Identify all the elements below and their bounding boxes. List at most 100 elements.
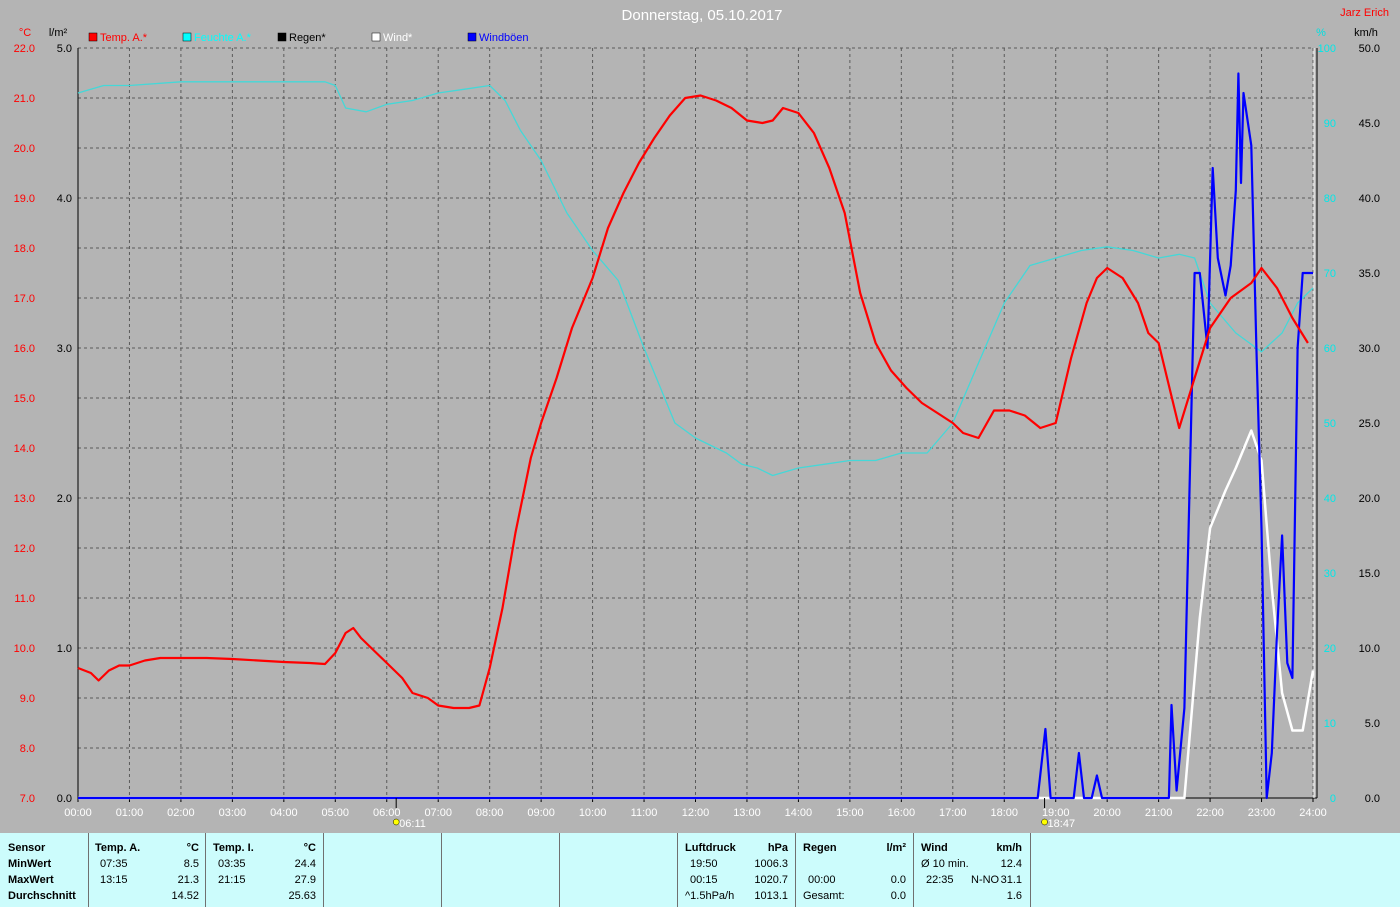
rain-header: Regen xyxy=(803,842,837,854)
wind-header: Wind xyxy=(921,842,948,854)
x-tick-label: 15:00 xyxy=(836,807,864,819)
pressure-max: 1020.7 xyxy=(754,874,788,886)
x-tick-label: 14:00 xyxy=(785,807,813,819)
legend-swatch xyxy=(182,32,192,42)
temp-i-unit: °C xyxy=(303,842,316,854)
wind-tick-label: 50.0 xyxy=(1359,43,1380,55)
rain-tick-label: 4.0 xyxy=(57,193,72,205)
legend-label: Temp. A.* xyxy=(100,32,148,44)
temperature-tick-label: 10.0 xyxy=(14,643,35,655)
sunset-time: 18:47 xyxy=(1048,818,1076,830)
x-tick-label: 05:00 xyxy=(322,807,350,819)
wind-max-direction: N-NO xyxy=(971,874,1000,886)
pressure-unit: hPa xyxy=(767,842,788,854)
wind-unit: km/h xyxy=(1354,27,1378,39)
temperature-tick-label: 22.0 xyxy=(14,43,35,55)
durchschnitt-label: Durchschnitt xyxy=(8,890,76,902)
temperature-tick-label: 7.0 xyxy=(20,793,35,805)
column-divider xyxy=(323,833,324,907)
wind-mean: 1.6 xyxy=(1006,890,1022,902)
humidity-tick-label: 0 xyxy=(1330,793,1336,805)
rain-total-label: Gesamt: xyxy=(803,890,845,902)
x-tick-label: 04:00 xyxy=(270,807,298,819)
x-tick-label: 24:00 xyxy=(1299,807,1327,819)
column-divider xyxy=(559,833,560,907)
rain-table-unit: l/m² xyxy=(886,842,906,854)
wind-avg: 12.4 xyxy=(1000,858,1022,870)
rain-unit: l/m² xyxy=(49,27,68,39)
sensor-header: Sensor xyxy=(8,842,46,854)
pressure-min-time: 19:50 xyxy=(690,858,718,870)
wind-max: 31.1 xyxy=(1000,874,1022,886)
temperature-tick-label: 12.0 xyxy=(14,543,35,555)
temp-a-header: Temp. A. xyxy=(95,842,141,854)
humidity-tick-label: 30 xyxy=(1324,568,1336,580)
temp-a-max: 21.3 xyxy=(177,874,199,886)
sunrise-time: 06:11 xyxy=(399,818,426,830)
legend-swatch xyxy=(371,32,381,42)
rain-time: 00:00 xyxy=(808,874,836,886)
humidity-tick-label: 10 xyxy=(1324,718,1336,730)
temperature-tick-label: 8.0 xyxy=(20,743,35,755)
legend-label: Wind* xyxy=(383,32,413,44)
author-label: Jarz Erich xyxy=(1340,7,1389,19)
temp-i-max: 27.9 xyxy=(294,874,316,886)
humidity-tick-label: 70 xyxy=(1324,268,1336,280)
temperature-tick-label: 15.0 xyxy=(14,393,35,405)
humidity-tick-label: 60 xyxy=(1324,343,1336,355)
humidity-tick-label: 20 xyxy=(1324,643,1336,655)
x-tick-label: 03:00 xyxy=(219,807,247,819)
maxwert-label: MaxWert xyxy=(8,874,54,886)
column-divider xyxy=(795,833,796,907)
temp-i-max-time: 21:15 xyxy=(218,874,246,886)
humidity-tick-label: 100 xyxy=(1318,43,1336,55)
x-tick-label: 07:00 xyxy=(424,807,452,819)
temperature-tick-label: 9.0 xyxy=(20,693,35,705)
wind-tick-label: 25.0 xyxy=(1359,418,1380,430)
x-tick-label: 02:00 xyxy=(167,807,195,819)
temp-a-min-time: 07:35 xyxy=(100,858,128,870)
wind-max-time: 22:35 xyxy=(926,874,954,886)
rain-tick-label: 0.0 xyxy=(57,793,72,805)
column-divider xyxy=(913,833,914,907)
wind-tick-label: 20.0 xyxy=(1359,493,1380,505)
wind-tick-label: 15.0 xyxy=(1359,568,1380,580)
humidity-tick-label: 40 xyxy=(1324,493,1336,505)
temperature-tick-label: 19.0 xyxy=(14,193,35,205)
pressure-header: Luftdruck xyxy=(685,842,736,854)
temp-a-min: 8.5 xyxy=(183,858,199,870)
humidity-tick-label: 90 xyxy=(1324,118,1336,130)
wind-tick-label: 5.0 xyxy=(1365,718,1380,730)
x-tick-label: 23:00 xyxy=(1248,807,1276,819)
temperature-tick-label: 20.0 xyxy=(14,143,35,155)
column-divider xyxy=(677,833,678,907)
temp-a-unit: °C xyxy=(186,842,199,854)
pressure-min: 1006.3 xyxy=(754,858,788,870)
column-divider xyxy=(205,833,206,907)
temp-i-header: Temp. I. xyxy=(213,842,254,854)
x-tick-label: 01:00 xyxy=(116,807,144,819)
x-tick-label: 12:00 xyxy=(682,807,710,819)
x-tick-label: 17:00 xyxy=(939,807,967,819)
temperature-tick-label: 18.0 xyxy=(14,243,35,255)
temperature-tick-label: 16.0 xyxy=(14,343,35,355)
chart-title: Donnerstag, 05.10.2017 xyxy=(622,7,783,24)
x-tick-label: 00:00 xyxy=(64,807,92,819)
legend-swatch xyxy=(277,32,287,42)
x-tick-label: 21:00 xyxy=(1145,807,1173,819)
x-tick-label: 11:00 xyxy=(631,807,658,819)
humidity-unit: % xyxy=(1316,27,1326,39)
legend-label: Windböen xyxy=(479,32,529,44)
temp-i-min-time: 03:35 xyxy=(218,858,246,870)
chart-background xyxy=(0,0,1400,833)
wind-tick-label: 30.0 xyxy=(1359,343,1380,355)
rain-tick-label: 5.0 xyxy=(57,43,72,55)
rain-tick-label: 1.0 xyxy=(57,643,72,655)
wind-table-unit: km/h xyxy=(996,842,1022,854)
rain-total: 0.0 xyxy=(890,890,906,902)
wind-tick-label: 40.0 xyxy=(1359,193,1380,205)
legend-swatch xyxy=(88,32,98,42)
temperature-tick-label: 11.0 xyxy=(14,593,35,605)
x-tick-label: 18:00 xyxy=(990,807,1018,819)
pressure-trend-label: ^1.5hPa/h xyxy=(685,890,735,902)
